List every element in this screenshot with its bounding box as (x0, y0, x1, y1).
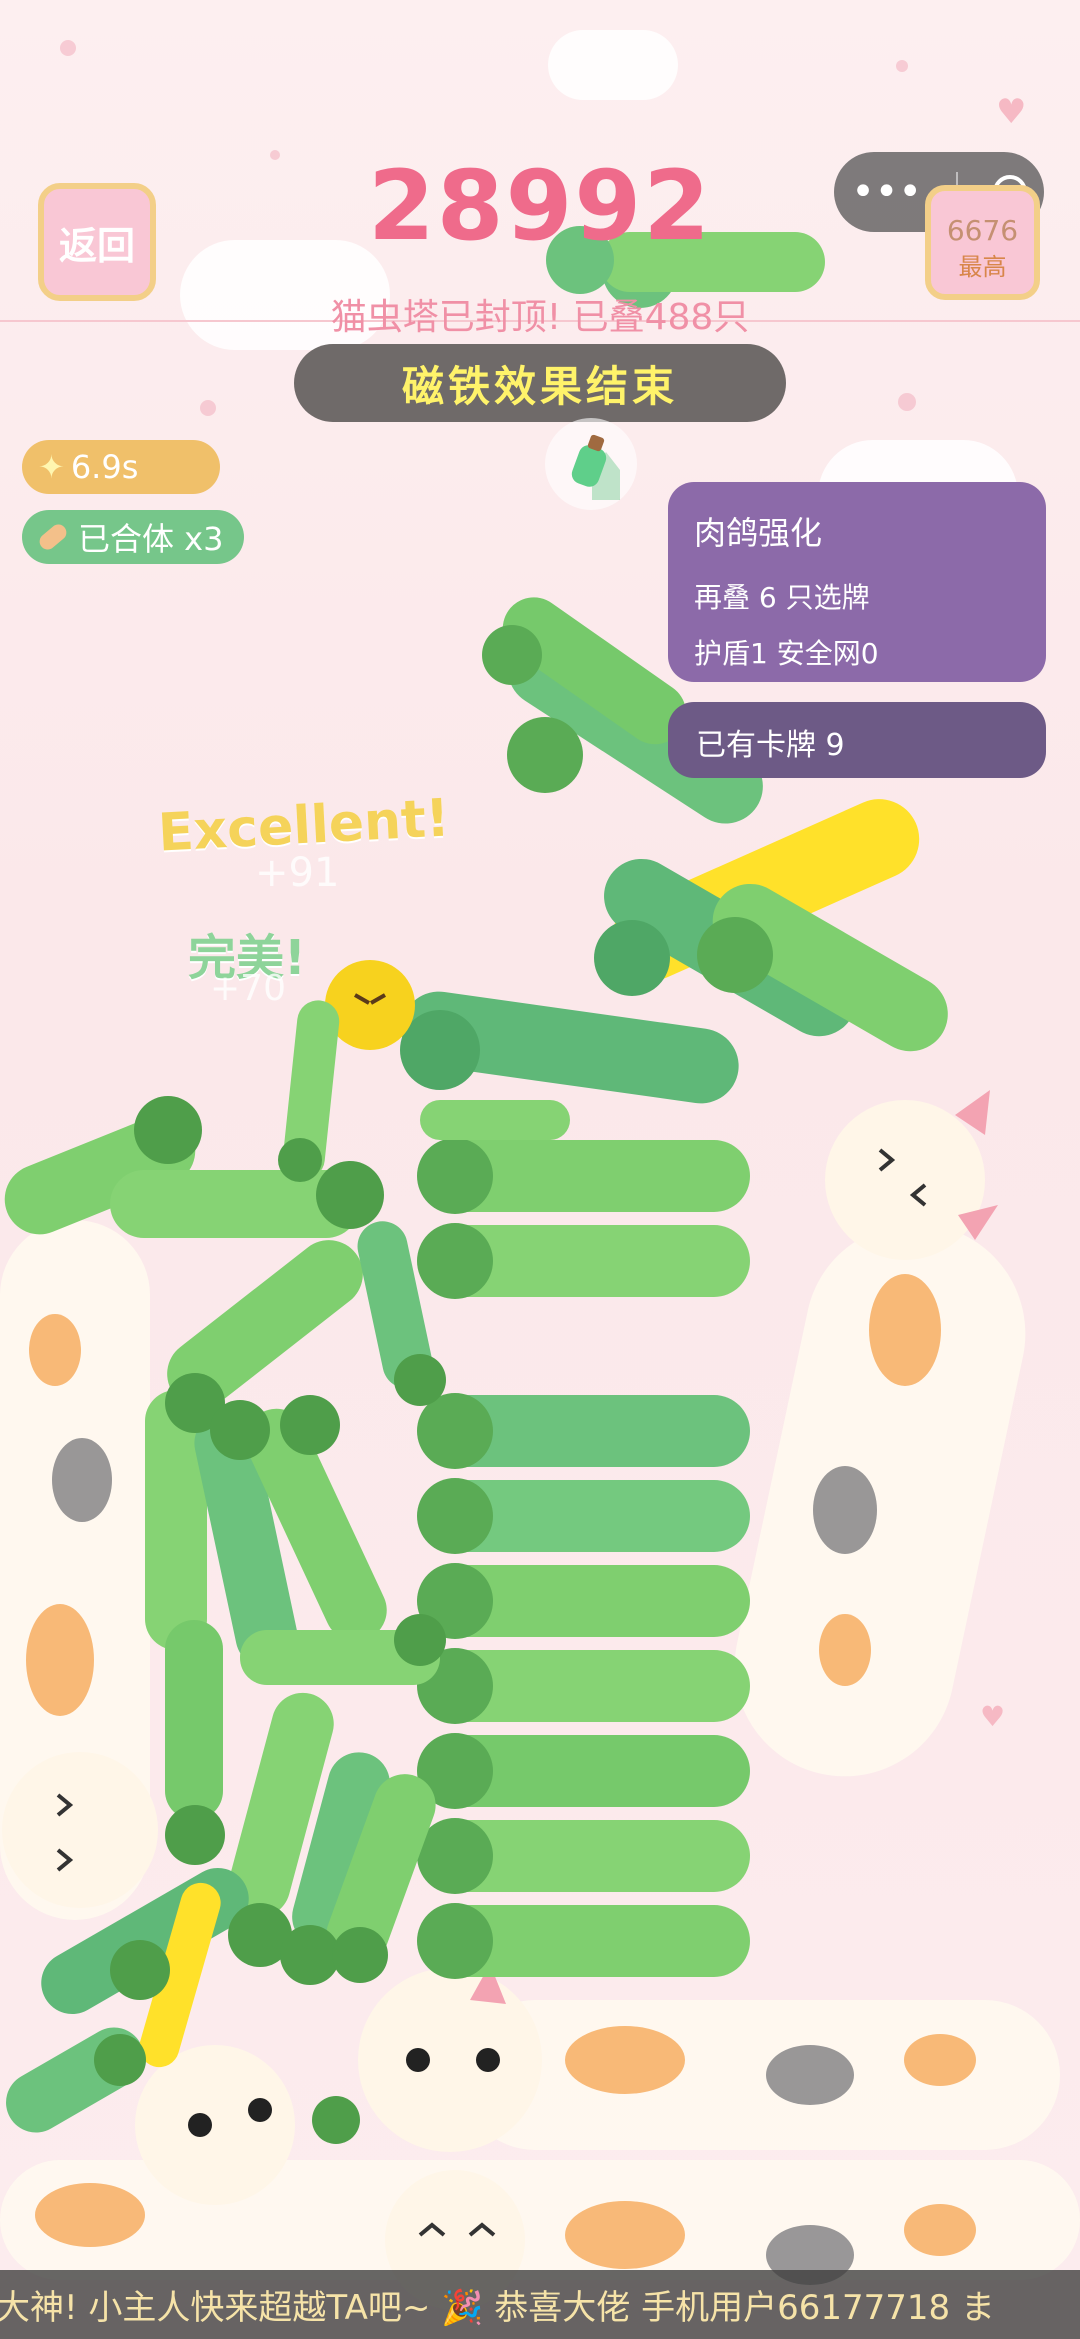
buff-merge: 已合体 x3 (22, 510, 244, 564)
buff-timer-value: 6.9s (70, 448, 139, 486)
best-score-badge: 6676 最高 (925, 185, 1040, 300)
owned-cards-label: 已有卡牌 9 (696, 728, 845, 763)
panel-line-shield: 护盾1 安全网0 (694, 637, 879, 670)
best-score-value: 6676 (946, 214, 1019, 247)
best-score-label: 最高 (958, 253, 1007, 281)
more-dots-icon[interactable]: ••• (851, 169, 922, 215)
sparkle-icon: ✦ (38, 448, 65, 486)
panel-line-cards: 再叠 6 只选牌 (694, 581, 870, 614)
buff-timer: ✦ 6.9s (22, 440, 220, 494)
perfect-points: +70 (210, 968, 286, 1009)
owned-cards-panel[interactable]: 已有卡牌 9 (668, 702, 1046, 778)
buff-merge-value: 已合体 x3 (78, 520, 224, 558)
excellent-points: +91 (255, 850, 340, 896)
announcement-marquee: 大神! 小主人快来超越TA吧~ 🎉 恭喜大佬 手机用户66177718 ま (0, 2270, 1080, 2339)
marquee-text: 大神! 小主人快来超越TA吧~ 🎉 恭喜大佬 手机用户66177718 ま (0, 2288, 995, 2328)
tower-status-text: 猫虫塔已封顶! 已叠488只 (330, 297, 750, 338)
roguelike-upgrade-panel: 肉鸽强化 再叠 6 只选牌 护盾1 安全网0 (668, 482, 1046, 682)
potion-icon (545, 418, 637, 510)
bandage-icon (36, 521, 70, 553)
panel-title: 肉鸽强化 (694, 514, 823, 552)
magnet-effect-banner: 磁铁效果结束 (294, 344, 786, 422)
